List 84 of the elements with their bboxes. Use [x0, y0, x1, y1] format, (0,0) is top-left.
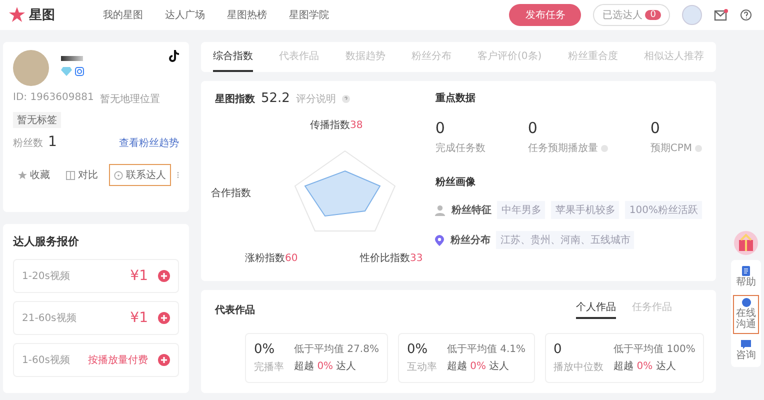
document-icon	[742, 266, 750, 276]
section-title: 达人服务报价	[13, 234, 80, 249]
stat-label: 互动率	[406, 360, 437, 374]
fans-count: 1	[48, 134, 57, 150]
fan-tag: 苹果手机较多	[551, 201, 620, 219]
add-icon[interactable]	[158, 312, 170, 324]
beat-text: 超越 0% 达人	[446, 360, 510, 373]
index-score: 52.2	[261, 91, 290, 106]
chat-bubble-icon	[742, 298, 750, 306]
action-button[interactable]: 收藏	[13, 164, 55, 186]
metric-label: 任务预期播放量	[528, 142, 598, 155]
comparison-text: 低于平均值 4.1%	[446, 343, 526, 356]
index-title: 星图指数	[215, 92, 255, 106]
fan-row-label: 粉丝分布	[450, 234, 490, 247]
location-text: 暂无地理位置	[100, 92, 160, 106]
fan-tag: 100%粉丝活跃	[625, 201, 702, 219]
price-note: 按播放量付费	[88, 354, 148, 367]
question-icon[interactable]	[342, 94, 350, 102]
comparison-text: 低于平均值 27.8%	[294, 343, 379, 356]
compare-icon	[66, 170, 75, 180]
nav-link[interactable]: 星图学院	[289, 8, 329, 22]
works-title: 代表作品	[215, 304, 255, 316]
id-text: ID: 1963609881	[13, 92, 94, 105]
price-text: ¥1	[130, 268, 148, 284]
price-text: ¥1	[130, 310, 148, 326]
fans-label: 粉丝数	[13, 136, 43, 150]
mail-icon[interactable]	[714, 9, 728, 21]
key-data-title: 重点数据	[435, 92, 476, 105]
verified-icon	[75, 67, 84, 76]
metric-label: 预期CPM	[650, 142, 692, 155]
index-label: 涨粉指数60	[245, 252, 298, 265]
star-logo-icon	[8, 7, 26, 23]
logo-text[interactable]: 星图	[29, 6, 55, 24]
service-label: 1-20s视频	[22, 270, 70, 283]
fan-tag: 中年男多	[497, 201, 546, 219]
nav-link[interactable]: 达人广场	[165, 8, 205, 22]
side-tool-button[interactable]: 咨询	[733, 336, 759, 364]
service-label: 1-60s视频	[22, 354, 70, 367]
publish-task-button[interactable]: 发布任务	[509, 4, 582, 26]
fan-tag: 江苏、贵州、河南、五线城市	[496, 231, 634, 249]
metric-value: 0	[650, 119, 661, 137]
index-label: 传播指数38	[310, 118, 363, 132]
add-icon[interactable]	[158, 354, 170, 366]
service-label: 21-60s视频	[22, 312, 76, 325]
help-icon[interactable]	[740, 9, 752, 21]
score-help-link[interactable]: 评分说明	[296, 92, 336, 106]
action-button[interactable]: 联系达人	[109, 164, 171, 186]
avatar-placeholder	[13, 50, 49, 86]
fan-row-label: 粉丝特征	[451, 204, 492, 217]
index-label: 性价比指数33	[360, 252, 423, 265]
location-pin-icon	[435, 234, 444, 246]
gift-icon[interactable]	[731, 230, 761, 256]
metric-value: 0	[528, 119, 538, 137]
star-icon	[18, 170, 27, 180]
metric-value: 0	[435, 119, 446, 137]
stat-value: 0%	[254, 342, 276, 357]
stat-label: 完播率	[254, 360, 284, 374]
tag-chip: 暂无标签	[13, 112, 61, 128]
fan-profile-title: 粉丝画像	[435, 176, 476, 189]
stat-label: 播放中位数	[554, 360, 604, 374]
count-badge: 0	[645, 10, 661, 20]
nav-link[interactable]: 星图热榜	[227, 8, 267, 22]
selected-creators-button[interactable]: 已选达人 0	[593, 4, 670, 26]
message-icon	[741, 340, 751, 348]
diamond-icon	[61, 67, 72, 76]
nav-link[interactable]: 我的星图	[103, 8, 143, 22]
beat-text: 超越 0% 达人	[294, 360, 358, 373]
side-tool-button[interactable]: 在线沟通	[733, 294, 759, 334]
chat-icon	[114, 170, 123, 180]
action-button[interactable]: 对比	[61, 164, 103, 186]
tab[interactable]: 个人作品	[576, 300, 616, 319]
beat-text: 超越 0% 达人	[614, 360, 677, 373]
add-icon[interactable]	[158, 270, 170, 282]
tab[interactable]: 综合指数	[213, 42, 253, 72]
index-label: 合作指数	[211, 186, 251, 200]
music-note-icon	[168, 50, 179, 62]
comparison-text: 低于平均值 100%	[614, 343, 696, 356]
metric-label: 完成任务数	[435, 142, 486, 155]
side-tool-button[interactable]: 帮助	[733, 263, 759, 292]
blurred-name	[61, 56, 83, 61]
fans-trend-link[interactable]: 查看粉丝趋势	[119, 136, 179, 150]
stat-value: 0%	[406, 342, 429, 357]
person-icon	[435, 204, 446, 216]
stat-value: 0	[554, 342, 563, 357]
